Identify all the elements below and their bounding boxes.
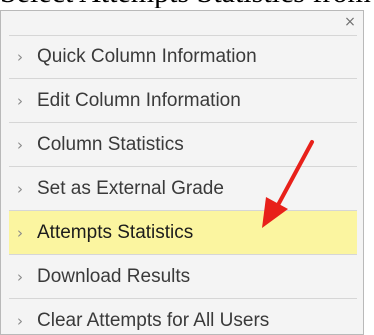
menu-item-attempts-statistics[interactable]: › Attempts Statistics [9, 211, 357, 255]
menu-item-label: Quick Column Information [37, 46, 257, 67]
menu-item-label: Clear Attempts for All Users [37, 309, 270, 331]
chevron-right-icon: › [17, 48, 23, 66]
chevron-right-icon: › [17, 267, 23, 286]
chevron-right-icon: › [17, 135, 23, 154]
menu-item-set-as-external-grade[interactable]: › Set as External Grade [9, 167, 357, 211]
menu-item-label: Download Results [37, 265, 191, 287]
menu-item-clear-attempts-for-all-users[interactable]: › Clear Attempts for All Users [9, 299, 357, 335]
chevron-right-icon: › [17, 311, 23, 330]
menu-item-label: Edit Column Information [37, 89, 241, 111]
menu-item-download-results[interactable]: › Download Results [9, 255, 357, 299]
chevron-right-icon: › [17, 179, 23, 198]
menu-item-edit-column-information[interactable]: › Edit Column Information [9, 79, 357, 123]
chevron-right-icon: › [17, 223, 23, 242]
menu-item-label: Column Statistics [37, 133, 184, 155]
menu-list: › Quick Column Information › Edit Column… [9, 35, 357, 335]
page-heading: Select Attempts Statistics from [0, 0, 374, 8]
close-icon[interactable]: × [343, 15, 357, 29]
chevron-right-icon: › [17, 91, 23, 110]
menu-item-quick-column-information[interactable]: › Quick Column Information [9, 35, 357, 79]
menu-item-label: Set as External Grade [37, 177, 224, 199]
menu-item-column-statistics[interactable]: › Column Statistics [9, 123, 357, 167]
context-menu-panel: × › Quick Column Information › Edit Colu… [0, 10, 364, 335]
menu-item-label: Attempts Statistics [37, 221, 194, 243]
